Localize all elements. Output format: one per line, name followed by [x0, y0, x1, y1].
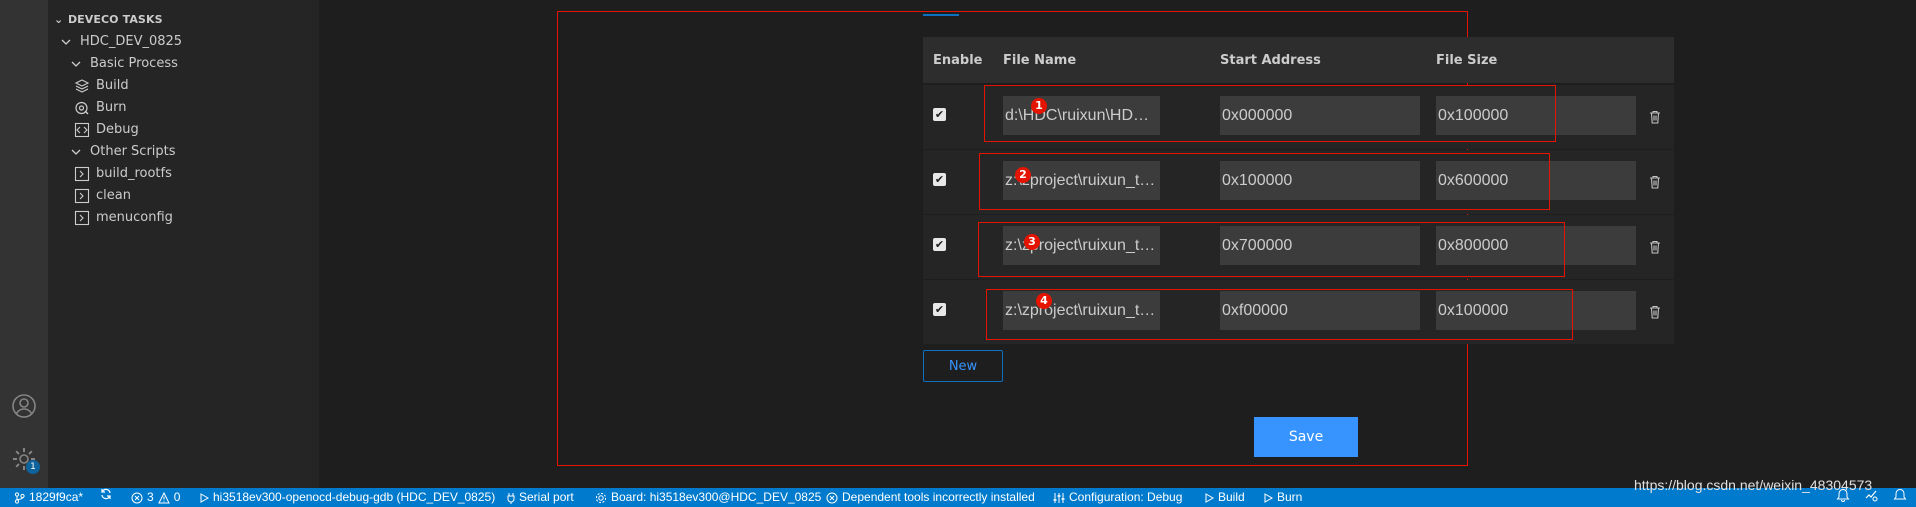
terminal-icon [74, 210, 90, 226]
project-label: HDC_DEV_0825 [80, 34, 183, 49]
status-configuration[interactable]: Configuration: Debug [1053, 488, 1182, 507]
annotation-row-frame [979, 153, 1550, 210]
build-label: Build [1218, 490, 1245, 504]
error-count: 3 [147, 490, 154, 504]
delete-row-icon[interactable] [1647, 304, 1663, 320]
tree-item-build[interactable]: Build [74, 75, 129, 97]
annotation-marker: 1 [1031, 98, 1047, 114]
serial-port-label: Serial port [519, 490, 574, 504]
enable-checkbox[interactable]: ✔ [933, 238, 946, 251]
chevron-down-icon[interactable]: ⌄ [54, 13, 64, 26]
tree-item-project[interactable]: HDC_DEV_0825 [58, 31, 182, 53]
delete-row-icon[interactable] [1647, 174, 1663, 190]
status-branch[interactable]: 1829f9ca* [14, 488, 83, 507]
chevron-down-icon [68, 144, 84, 160]
status-bar: 1829f9ca* 3 0 hi3518ev300-openocd-debug-… [0, 488, 1916, 507]
watermark: https://blog.csdn.net/weixin_48304573 [1634, 477, 1873, 493]
delete-row-icon[interactable] [1647, 109, 1663, 125]
task-label: clean [96, 188, 131, 203]
tree-item-basic-process[interactable]: Basic Process [68, 53, 178, 75]
tree-item-build-rootfs[interactable]: build_rootfs [74, 163, 172, 185]
play-icon [1205, 492, 1214, 503]
task-label: build_rootfs [96, 166, 172, 181]
enable-checkbox[interactable]: ✔ [933, 303, 946, 316]
new-row-button[interactable]: New [923, 350, 1003, 382]
account-icon[interactable] [10, 392, 38, 420]
tree-item-debug[interactable]: Debug [74, 119, 139, 141]
column-header-enable: Enable [933, 52, 983, 68]
annotation-marker: 3 [1024, 234, 1040, 250]
deveco-tasks-sidebar: ⌄ DEVECO TASKS HDC_DEV_0825 Basic Proces… [48, 0, 319, 488]
debug-config-label: hi3518ev300-openocd-debug-gdb (HDC_DEV_0… [213, 490, 496, 504]
tree-item-clean[interactable]: clean [74, 185, 131, 207]
board-label: Board: hi3518ev300@HDC_DEV_0825 [611, 490, 822, 504]
task-label: Burn [96, 100, 127, 115]
burn-icon [74, 100, 90, 116]
table-header: Enable File Name Start Address File Size [923, 37, 1674, 83]
task-label: Build [96, 78, 129, 93]
plug-icon [507, 492, 515, 504]
branch-label: 1829f9ca* [29, 490, 84, 504]
group-label: Basic Process [90, 56, 178, 71]
settings-badge: 1 [26, 460, 40, 474]
terminal-icon [74, 188, 90, 204]
burn-label: Burn [1277, 490, 1303, 504]
tree-item-burn[interactable]: Burn [74, 97, 127, 119]
group-label: Other Scripts [90, 144, 176, 159]
chevron-down-icon [58, 34, 74, 50]
activity-bar: 1 [0, 0, 48, 488]
chevron-down-icon [68, 56, 84, 72]
settings-sliders-icon [1053, 492, 1065, 503]
enable-checkbox[interactable]: ✔ [933, 108, 946, 121]
warning-count: 0 [173, 490, 181, 504]
code-icon [74, 122, 90, 138]
annotation-row-frame [984, 85, 1556, 142]
sidebar-header: ⌄ DEVECO TASKS [54, 13, 163, 26]
annotation-row-frame [978, 222, 1565, 277]
save-button[interactable]: Save [1254, 417, 1358, 457]
status-problems[interactable]: 3 0 [131, 488, 180, 507]
column-header-file-size: File Size [1436, 52, 1498, 68]
error-icon [826, 492, 838, 503]
error-icon [131, 492, 143, 503]
gear-icon [595, 492, 607, 503]
status-serial-port[interactable]: Serial port [507, 488, 574, 507]
play-icon [200, 492, 209, 503]
annotation-marker: 4 [1036, 293, 1052, 309]
delete-row-icon[interactable] [1647, 239, 1663, 255]
sidebar-title: DEVECO TASKS [67, 13, 163, 26]
configuration-label: Configuration: Debug [1069, 490, 1183, 504]
task-label: Debug [96, 122, 139, 137]
status-build-button[interactable]: Build [1204, 488, 1245, 507]
layers-icon [74, 78, 90, 94]
tree-item-other-scripts[interactable]: Other Scripts [68, 141, 176, 163]
enable-checkbox[interactable]: ✔ [933, 173, 946, 186]
sync-icon[interactable] [100, 488, 112, 500]
status-debug-config[interactable]: hi3518ev300-openocd-debug-gdb (HDC_DEV_0… [199, 488, 495, 507]
dependency-label: Dependent tools incorrectly installed [842, 490, 1035, 504]
column-header-file-name: File Name [1003, 52, 1077, 68]
git-branch-icon [14, 491, 25, 504]
burn-config-editor: Enable File Name Start Address File Size… [319, 0, 1916, 488]
play-icon [1264, 492, 1273, 503]
annotation-marker: 2 [1015, 167, 1031, 183]
column-header-start-address: Start Address [1220, 52, 1321, 68]
warning-icon [157, 491, 170, 503]
tree-item-menuconfig[interactable]: menuconfig [74, 207, 173, 229]
status-burn-button[interactable]: Burn [1263, 488, 1302, 507]
terminal-icon [74, 166, 90, 182]
task-label: menuconfig [96, 210, 173, 225]
bell-icon[interactable] [1893, 488, 1907, 502]
status-board[interactable]: Board: hi3518ev300@HDC_DEV_0825 [595, 488, 821, 507]
status-dependency-warning[interactable]: Dependent tools incorrectly installed [826, 488, 1035, 507]
annotation-row-frame [986, 289, 1573, 340]
